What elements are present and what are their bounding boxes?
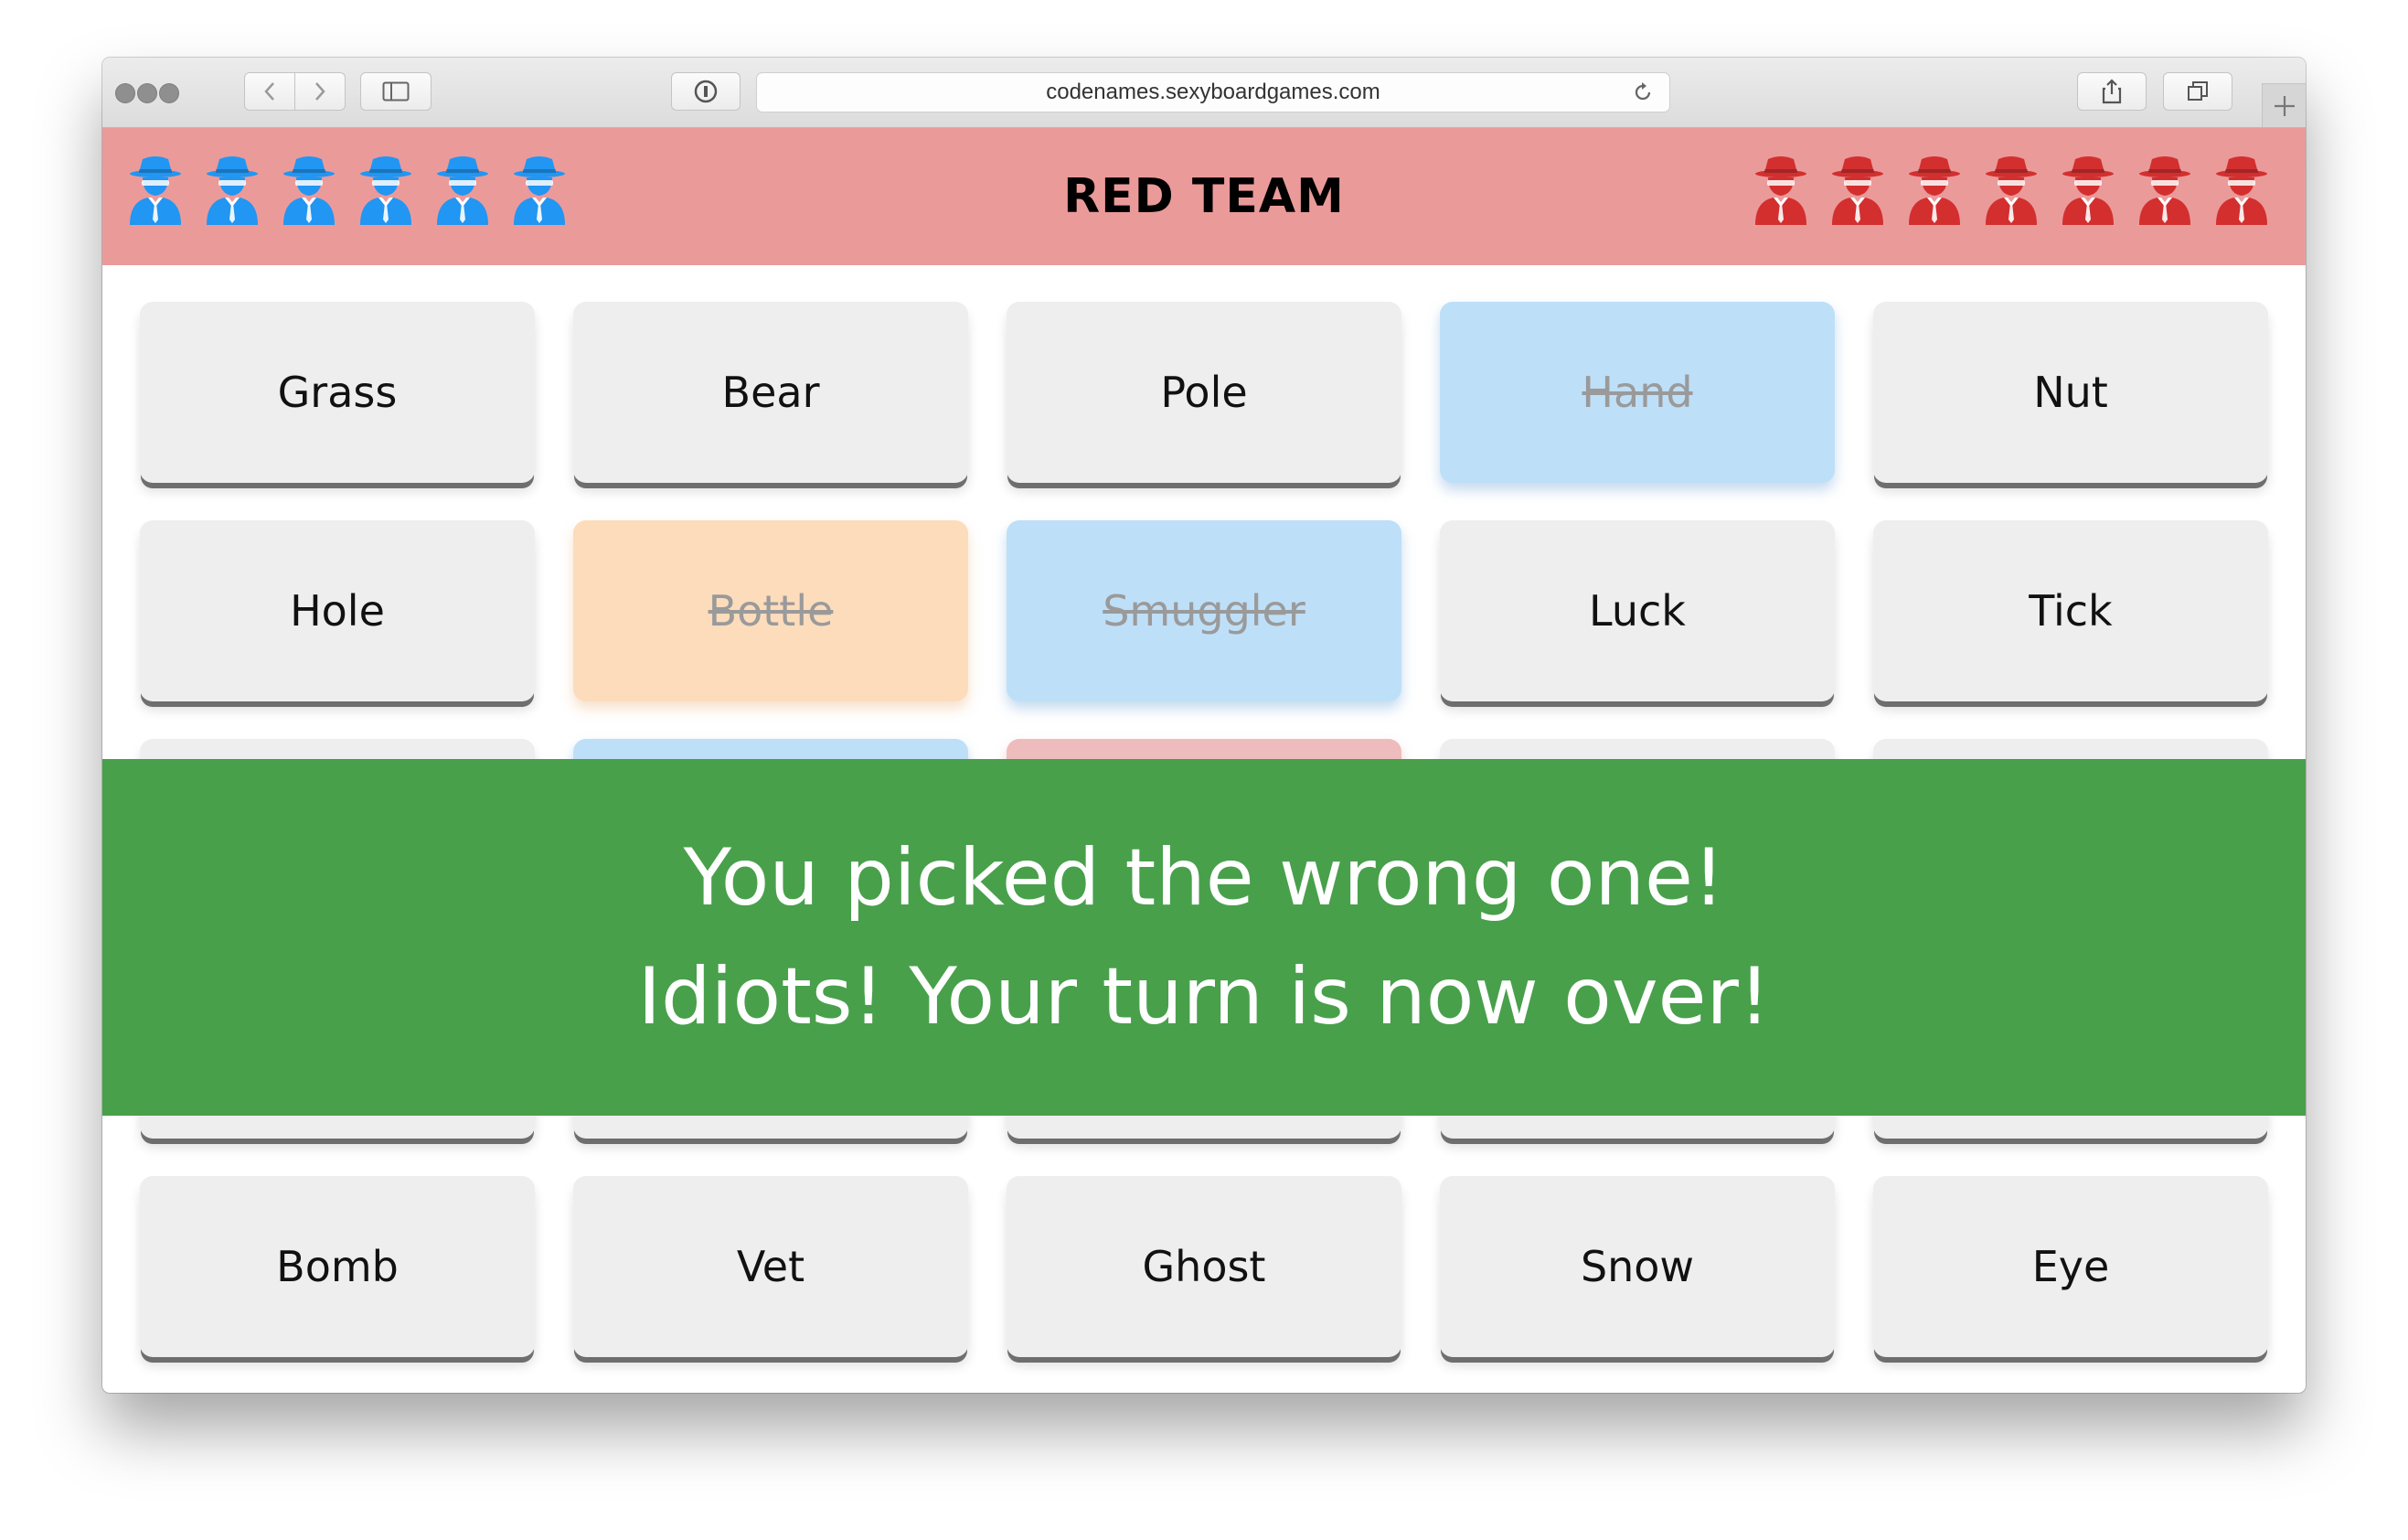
tabs-overview-button[interactable] — [2163, 72, 2232, 111]
word-card[interactable]: Vet — [573, 1176, 968, 1357]
spy-agent-icon — [1828, 155, 1887, 225]
word-card[interactable]: Bear — [573, 302, 968, 483]
back-button[interactable] — [244, 72, 295, 111]
banner-line-2: Idiots! Your turn is now over! — [637, 951, 1771, 1043]
card-word: Smuggler — [1103, 586, 1305, 636]
close-window-button[interactable] — [115, 83, 135, 103]
url-text: codenames.sexyboardgames.com — [1046, 80, 1380, 104]
word-card[interactable]: Ghost — [1007, 1176, 1401, 1357]
card-word: Bomb — [276, 1242, 399, 1291]
chevron-left-icon — [264, 82, 274, 101]
card-word: Pole — [1160, 368, 1248, 417]
card-word: Ghost — [1142, 1242, 1266, 1291]
card-word: Nut — [2033, 368, 2108, 417]
word-card[interactable]: Smuggler — [1007, 520, 1401, 701]
card-word: Luck — [1589, 586, 1686, 636]
address-bar[interactable]: codenames.sexyboardgames.com — [756, 72, 1670, 112]
share-button[interactable] — [2077, 72, 2147, 111]
minimize-window-button[interactable] — [137, 83, 157, 103]
word-card[interactable]: Bomb — [140, 1176, 535, 1357]
card-word: Tick — [2029, 586, 2113, 636]
current-team-title: RED TEAM — [1063, 169, 1345, 224]
spy-agent-icon — [2059, 155, 2117, 225]
spy-agent-icon — [2136, 155, 2194, 225]
banner-line-1: You picked the wrong one! — [683, 832, 1725, 924]
word-card[interactable]: Tick — [1873, 520, 2268, 701]
word-card[interactable]: Nut — [1873, 302, 2268, 483]
tabs-icon — [2188, 81, 2208, 101]
turn-over-banner: You picked the wrong one! Idiots! Your t… — [102, 759, 2306, 1116]
card-word: Bear — [721, 368, 820, 417]
word-card[interactable]: Luck — [1440, 520, 1835, 701]
card-word: Bottle — [708, 586, 834, 636]
sidebar-button[interactable] — [360, 72, 432, 111]
word-card[interactable]: Snow — [1440, 1176, 1835, 1357]
privacy-info-icon — [694, 80, 718, 103]
zoom-window-button[interactable] — [159, 83, 179, 103]
word-card[interactable]: Bottle — [573, 520, 968, 701]
browser-window: codenames.sexyboardgames.com RED TEAM Gr… — [102, 58, 2306, 1393]
spy-agent-icon — [1982, 155, 2040, 225]
team-header: RED TEAM — [102, 128, 2306, 265]
word-card[interactable]: Pole — [1007, 302, 1401, 483]
word-card[interactable]: Hole — [140, 520, 535, 701]
privacy-report-button[interactable] — [671, 72, 741, 111]
spy-agent-icon — [2212, 155, 2271, 225]
reload-icon[interactable] — [1631, 80, 1655, 104]
browser-toolbar: codenames.sexyboardgames.com — [102, 58, 2306, 128]
new-tab-button[interactable] — [2262, 83, 2306, 127]
card-word: Eye — [2031, 1242, 2110, 1291]
card-word: Hand — [1582, 368, 1693, 417]
chevron-right-icon — [315, 82, 325, 101]
spy-agent-icon — [1905, 155, 1964, 225]
card-word: Hole — [290, 586, 385, 636]
card-word: Grass — [277, 368, 398, 417]
card-word: Vet — [736, 1242, 805, 1291]
plus-icon — [2275, 96, 2295, 116]
word-card[interactable]: Hand — [1440, 302, 1835, 483]
card-word: Snow — [1580, 1242, 1695, 1291]
word-card[interactable]: Grass — [140, 302, 535, 483]
spy-agent-icon — [1752, 155, 1810, 225]
share-icon — [2102, 79, 2122, 104]
word-card[interactable]: Eye — [1873, 1176, 2268, 1357]
forward-button[interactable] — [294, 72, 346, 111]
sidebar-icon — [382, 81, 410, 102]
